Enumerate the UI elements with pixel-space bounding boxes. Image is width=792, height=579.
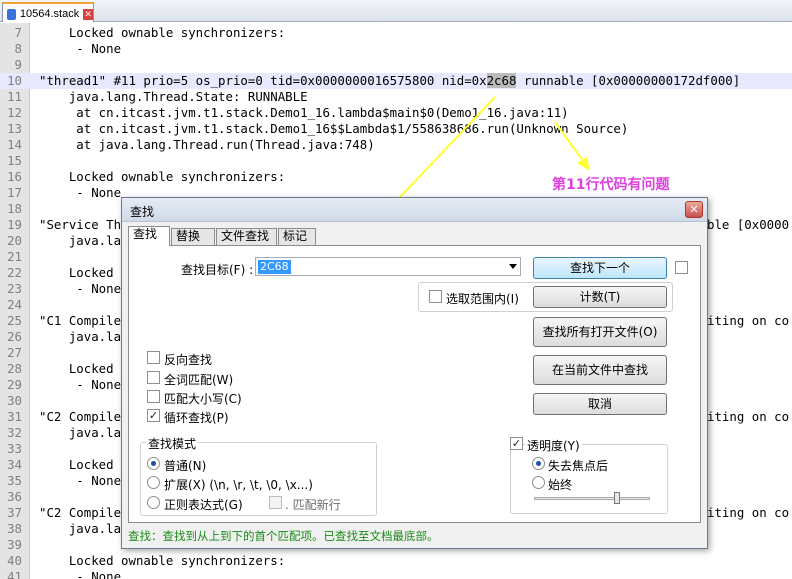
backward-checkbox[interactable] xyxy=(147,351,160,364)
dot-matches-newline-label: . 匹配新行 xyxy=(285,498,341,512)
whole-word-checkbox[interactable] xyxy=(147,371,160,384)
tab-find[interactable]: 查找 xyxy=(128,226,170,246)
backward-label: 反向查找 xyxy=(164,353,213,367)
find-next-button[interactable]: 查找下一个 xyxy=(533,257,667,279)
find-target-combobox[interactable]: 2C68 xyxy=(255,257,521,276)
wrap-around-checkbox[interactable]: ✓ xyxy=(147,409,160,422)
tab-find-in-files[interactable]: 文件查找 xyxy=(216,228,277,245)
match-case-checkbox[interactable] xyxy=(147,390,160,403)
mode-regex-label: 正则表达式(G) xyxy=(164,498,243,512)
dialog-title: 查找 xyxy=(130,205,155,219)
find-target-input[interactable]: 2C68 xyxy=(258,260,291,274)
mode-normal-radio[interactable] xyxy=(147,457,160,470)
find-next-option-checkbox[interactable] xyxy=(675,261,688,274)
transparency-label: 透明度(Y) xyxy=(525,437,582,454)
wrap-around-label: 循环查找(P) xyxy=(164,411,229,425)
transparency-slider-thumb[interactable] xyxy=(614,492,620,504)
close-icon[interactable]: ✕ xyxy=(685,201,703,218)
mode-normal-label: 普通(N) xyxy=(164,459,207,473)
trans-always-radio[interactable] xyxy=(532,476,545,489)
find-target-label: 查找目标(F) : xyxy=(181,263,254,277)
annotation-note: 第11行代码有问题 xyxy=(552,177,670,193)
cancel-button[interactable]: 取消 xyxy=(533,393,667,415)
tab-replace[interactable]: 替换 xyxy=(171,228,215,245)
transparency-slider-track[interactable] xyxy=(534,497,650,500)
in-selection-checkbox[interactable] xyxy=(429,290,442,303)
count-button[interactable]: 计数(T) xyxy=(533,286,667,308)
dot-matches-newline-checkbox[interactable] xyxy=(269,496,282,509)
mode-extended-label: 扩展(X) (\n, \r, \t, \0, \x...) xyxy=(164,478,313,492)
mode-extended-radio[interactable] xyxy=(147,476,160,489)
trans-on-lose-focus-radio[interactable] xyxy=(532,457,545,470)
trans-on-lose-focus-label: 失去焦点后 xyxy=(548,459,609,473)
search-mode-title: 查找模式 xyxy=(146,435,199,452)
mode-regex-radio[interactable] xyxy=(147,496,160,509)
match-case-label: 匹配大小写(C) xyxy=(164,392,242,406)
status-message: 查找：查找到从上到下的首个匹配项。已查找至文档最底部。 xyxy=(128,529,439,543)
dialog-titlebar[interactable]: 查找 ✕ xyxy=(122,198,707,222)
find-all-open-files-button[interactable]: 查找所有打开文件(O) xyxy=(533,317,667,347)
tab-mark[interactable]: 标记 xyxy=(278,228,316,245)
transparency-checkbox[interactable]: ✓ xyxy=(510,437,523,450)
in-selection-label: 选取范围内(I) xyxy=(446,292,519,306)
trans-always-label: 始终 xyxy=(548,478,573,492)
whole-word-label: 全词匹配(W) xyxy=(164,373,234,387)
chevron-down-icon[interactable] xyxy=(509,264,517,269)
find-all-current-file-button[interactable]: 在当前文件中查找 xyxy=(533,355,667,385)
